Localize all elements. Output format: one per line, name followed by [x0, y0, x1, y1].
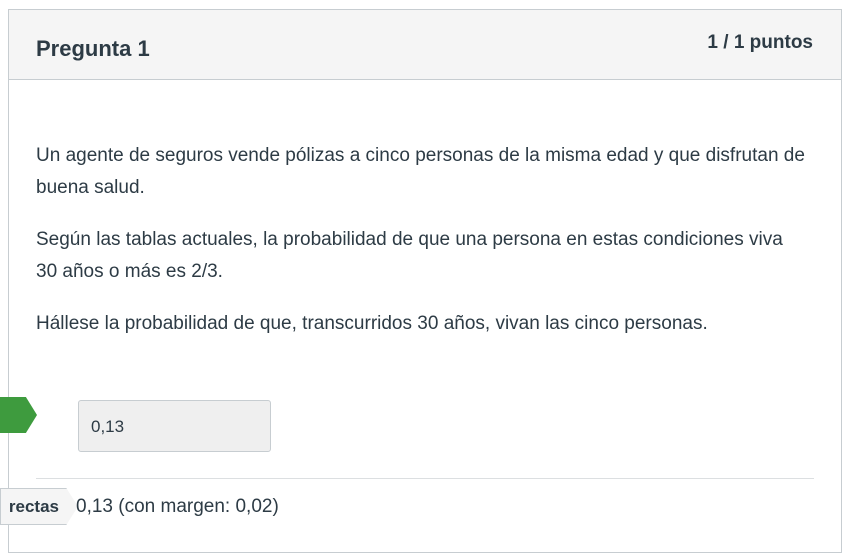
correct-answer-arrow-icon [0, 397, 37, 433]
question-title: Pregunta 1 [36, 36, 150, 61]
question-paragraph: Según las tablas actuales, la probabilid… [36, 229, 783, 282]
divider [36, 478, 814, 479]
question-card: Pregunta 1 1 / 1 puntos Un agente de seg… [0, 9, 842, 553]
question-text: Un agente de seguros vende pólizas a cin… [36, 140, 806, 360]
correct-answers-tag: rectas [0, 488, 78, 525]
correct-answer-text: 0,13 (con margen: 0,02) [76, 496, 279, 517]
question-points: 1 / 1 puntos [707, 32, 813, 53]
question-header: Pregunta 1 1 / 1 puntos [9, 10, 841, 80]
question-paragraph: Un agente de seguros vende pólizas a cin… [36, 145, 805, 198]
question-paragraph: Hállese la probabilidad de que, transcur… [36, 313, 708, 334]
answer-input[interactable]: 0,13 [78, 400, 271, 452]
